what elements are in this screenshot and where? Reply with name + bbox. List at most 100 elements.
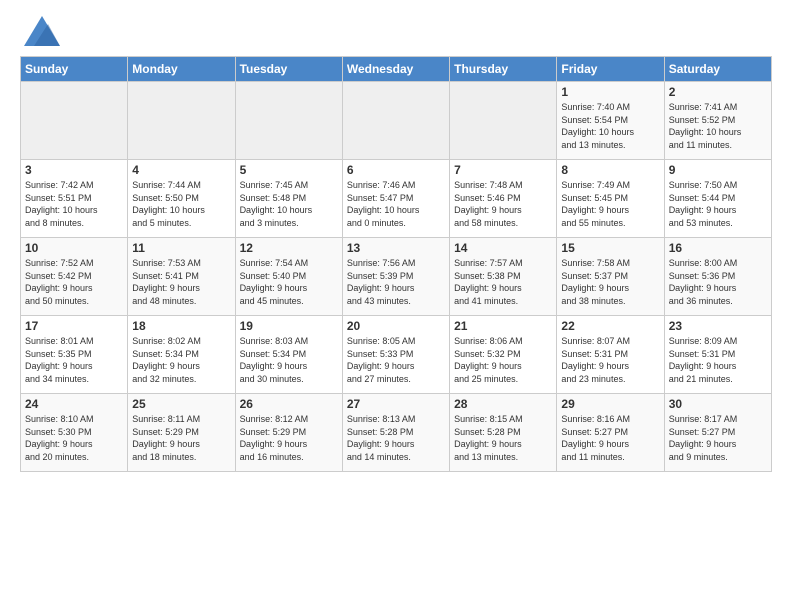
calendar-cell: 12 Sunrise: 7:54 AM Sunset: 5:40 PM Dayli…: [235, 238, 342, 316]
day-info: Sunrise: 8:16 AM Sunset: 5:27 PM Dayligh…: [561, 413, 659, 463]
day-number: 28: [454, 397, 552, 411]
day-info: Sunrise: 7:53 AM Sunset: 5:41 PM Dayligh…: [132, 257, 230, 307]
day-number: 6: [347, 163, 445, 177]
day-number: 29: [561, 397, 659, 411]
calendar-cell: 26Sunrise: 8:12 AM Sunset: 5:29 PM Dayli…: [235, 394, 342, 472]
calendar-cell: 18Sunrise: 8:02 AM Sunset: 5:34 PM Dayli…: [128, 316, 235, 394]
calendar-cell: 4 Sunrise: 7:44 AM Sunset: 5:50 PM Daylig…: [128, 160, 235, 238]
day-info: Sunrise: 7:40 AM Sunset: 5:54 PM Dayligh…: [561, 101, 659, 151]
day-number: 9: [669, 163, 767, 177]
calendar-header-row: SundayMondayTuesdayWednesdayThursdayFrid…: [21, 57, 772, 82]
day-number: 8: [561, 163, 659, 177]
calendar-cell: 6 Sunrise: 7:46 AM Sunset: 5:47 PM Daylig…: [342, 160, 449, 238]
calendar-cell: 3 Sunrise: 7:42 AM Sunset: 5:51 PM Daylig…: [21, 160, 128, 238]
day-number: 25: [132, 397, 230, 411]
day-number: 16: [669, 241, 767, 255]
calendar-body: 1 Sunrise: 7:40 AM Sunset: 5:54 PM Daylig…: [21, 82, 772, 472]
day-info: Sunrise: 7:50 AM Sunset: 5:44 PM Dayligh…: [669, 179, 767, 229]
calendar-cell: 25 Sunrise: 8:11 AM Sunset: 5:29 PM Dayli…: [128, 394, 235, 472]
day-info: Sunrise: 8:15 AM Sunset: 5:28 PM Dayligh…: [454, 413, 552, 463]
day-number: 20: [347, 319, 445, 333]
day-info: Sunrise: 7:44 AM Sunset: 5:50 PM Dayligh…: [132, 179, 230, 229]
day-number: 30: [669, 397, 767, 411]
day-info: Sunrise: 7:42 AM Sunset: 5:51 PM Dayligh…: [25, 179, 123, 229]
logo-text: [20, 16, 60, 46]
calendar-cell: 29 Sunrise: 8:16 AM Sunset: 5:27 PM Dayli…: [557, 394, 664, 472]
day-info: Sunrise: 8:10 AM Sunset: 5:30 PM Dayligh…: [25, 413, 123, 463]
header-sunday: Sunday: [21, 57, 128, 82]
day-number: 13: [347, 241, 445, 255]
day-info: Sunrise: 8:03 AM Sunset: 5:34 PM Dayligh…: [240, 335, 338, 385]
calendar-cell: [21, 82, 128, 160]
calendar-cell: 10Sunrise: 7:52 AM Sunset: 5:42 PM Dayli…: [21, 238, 128, 316]
day-info: Sunrise: 7:48 AM Sunset: 5:46 PM Dayligh…: [454, 179, 552, 229]
day-info: Sunrise: 8:11 AM Sunset: 5:29 PM Dayligh…: [132, 413, 230, 463]
day-info: Sunrise: 7:58 AM Sunset: 5:37 PM Dayligh…: [561, 257, 659, 307]
week-row-1: 3 Sunrise: 7:42 AM Sunset: 5:51 PM Daylig…: [21, 160, 772, 238]
day-info: Sunrise: 8:09 AM Sunset: 5:31 PM Dayligh…: [669, 335, 767, 385]
day-info: Sunrise: 7:41 AM Sunset: 5:52 PM Dayligh…: [669, 101, 767, 151]
calendar-table: SundayMondayTuesdayWednesdayThursdayFrid…: [20, 56, 772, 472]
calendar-cell: 16 Sunrise: 8:00 AM Sunset: 5:36 PM Dayli…: [664, 238, 771, 316]
day-info: Sunrise: 7:49 AM Sunset: 5:45 PM Dayligh…: [561, 179, 659, 229]
calendar-cell: [342, 82, 449, 160]
logo-icon: [24, 16, 60, 46]
calendar-cell: [128, 82, 235, 160]
day-info: Sunrise: 8:02 AM Sunset: 5:34 PM Dayligh…: [132, 335, 230, 385]
day-number: 17: [25, 319, 123, 333]
calendar-cell: 5Sunrise: 7:45 AM Sunset: 5:48 PM Daylig…: [235, 160, 342, 238]
day-number: 11: [132, 241, 230, 255]
week-row-2: 10Sunrise: 7:52 AM Sunset: 5:42 PM Dayli…: [21, 238, 772, 316]
calendar-cell: 20Sunrise: 8:05 AM Sunset: 5:33 PM Dayli…: [342, 316, 449, 394]
day-info: Sunrise: 8:06 AM Sunset: 5:32 PM Dayligh…: [454, 335, 552, 385]
calendar-cell: 19 Sunrise: 8:03 AM Sunset: 5:34 PM Dayli…: [235, 316, 342, 394]
header-wednesday: Wednesday: [342, 57, 449, 82]
calendar-cell: 27 Sunrise: 8:13 AM Sunset: 5:28 PM Dayli…: [342, 394, 449, 472]
day-info: Sunrise: 7:54 AM Sunset: 5:40 PM Dayligh…: [240, 257, 338, 307]
day-number: 14: [454, 241, 552, 255]
day-number: 3: [25, 163, 123, 177]
calendar-cell: 30 Sunrise: 8:17 AM Sunset: 5:27 PM Dayli…: [664, 394, 771, 472]
calendar-cell: 14 Sunrise: 7:57 AM Sunset: 5:38 PM Dayli…: [450, 238, 557, 316]
day-number: 5: [240, 163, 338, 177]
logo: [20, 16, 60, 46]
day-number: 10: [25, 241, 123, 255]
day-info: Sunrise: 8:17 AM Sunset: 5:27 PM Dayligh…: [669, 413, 767, 463]
calendar-cell: [235, 82, 342, 160]
calendar-cell: [450, 82, 557, 160]
day-info: Sunrise: 8:13 AM Sunset: 5:28 PM Dayligh…: [347, 413, 445, 463]
calendar-cell: 15 Sunrise: 7:58 AM Sunset: 5:37 PM Dayli…: [557, 238, 664, 316]
calendar-cell: 11 Sunrise: 7:53 AM Sunset: 5:41 PM Dayli…: [128, 238, 235, 316]
day-number: 22: [561, 319, 659, 333]
day-number: 19: [240, 319, 338, 333]
calendar-cell: 8 Sunrise: 7:49 AM Sunset: 5:45 PM Daylig…: [557, 160, 664, 238]
day-info: Sunrise: 8:01 AM Sunset: 5:35 PM Dayligh…: [25, 335, 123, 385]
day-number: 26: [240, 397, 338, 411]
day-info: Sunrise: 7:46 AM Sunset: 5:47 PM Dayligh…: [347, 179, 445, 229]
calendar-cell: 28 Sunrise: 8:15 AM Sunset: 5:28 PM Dayli…: [450, 394, 557, 472]
day-number: 4: [132, 163, 230, 177]
day-number: 27: [347, 397, 445, 411]
week-row-0: 1 Sunrise: 7:40 AM Sunset: 5:54 PM Daylig…: [21, 82, 772, 160]
header-saturday: Saturday: [664, 57, 771, 82]
day-number: 21: [454, 319, 552, 333]
header-thursday: Thursday: [450, 57, 557, 82]
day-number: 2: [669, 85, 767, 99]
week-row-3: 17 Sunrise: 8:01 AM Sunset: 5:35 PM Dayli…: [21, 316, 772, 394]
day-number: 12: [240, 241, 338, 255]
calendar-cell: 24Sunrise: 8:10 AM Sunset: 5:30 PM Dayli…: [21, 394, 128, 472]
calendar-cell: 7Sunrise: 7:48 AM Sunset: 5:46 PM Daylig…: [450, 160, 557, 238]
day-info: Sunrise: 7:57 AM Sunset: 5:38 PM Dayligh…: [454, 257, 552, 307]
calendar-cell: 17 Sunrise: 8:01 AM Sunset: 5:35 PM Dayli…: [21, 316, 128, 394]
calendar-cell: 22 Sunrise: 8:07 AM Sunset: 5:31 PM Dayli…: [557, 316, 664, 394]
day-info: Sunrise: 8:07 AM Sunset: 5:31 PM Dayligh…: [561, 335, 659, 385]
day-number: 23: [669, 319, 767, 333]
page-container: SundayMondayTuesdayWednesdayThursdayFrid…: [0, 0, 792, 482]
day-number: 1: [561, 85, 659, 99]
day-info: Sunrise: 8:00 AM Sunset: 5:36 PM Dayligh…: [669, 257, 767, 307]
calendar-cell: 9 Sunrise: 7:50 AM Sunset: 5:44 PM Daylig…: [664, 160, 771, 238]
page-header: [20, 16, 772, 46]
day-number: 15: [561, 241, 659, 255]
header-monday: Monday: [128, 57, 235, 82]
calendar-cell: 13Sunrise: 7:56 AM Sunset: 5:39 PM Dayli…: [342, 238, 449, 316]
